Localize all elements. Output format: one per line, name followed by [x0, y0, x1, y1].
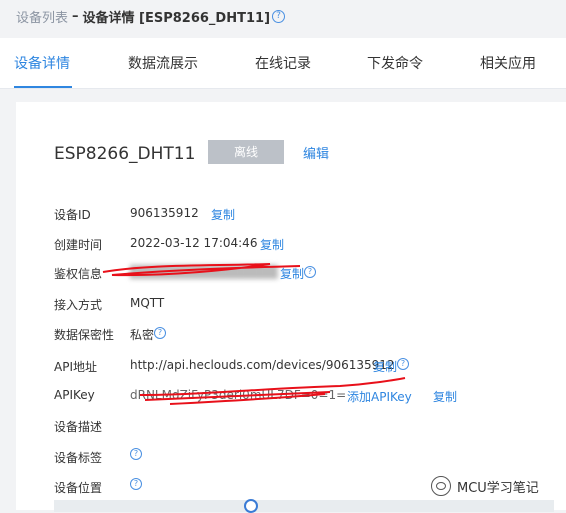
apikey-label: APIKey [54, 388, 95, 402]
tab-bar: 设备详情 数据流展示 在线记录 下发命令 相关应用 [0, 38, 566, 89]
access-value: MQTT [130, 296, 165, 310]
help-icon[interactable]: ? [130, 448, 142, 460]
copy-apikey-link[interactable]: 复制 [433, 388, 457, 405]
apikey-value: dRNLMdZiFyP3deri0mUL7DF=0=1= [130, 388, 347, 402]
tab-datastream[interactable]: 数据流展示 [128, 53, 198, 73]
tab-online-log[interactable]: 在线记录 [255, 53, 311, 73]
breadcrumb-device-list[interactable]: 设备列表 [16, 7, 68, 26]
api-url-value: http://api.heclouds.com/devices/90613591… [130, 358, 395, 372]
map-pin-icon [244, 499, 258, 513]
edit-link[interactable]: 编辑 [303, 143, 329, 162]
active-tab-indicator [14, 86, 72, 88]
help-icon[interactable]: ? [130, 478, 142, 490]
created-value: 2022-03-12 17:04:46 [130, 236, 258, 250]
help-icon[interactable]: ? [272, 9, 286, 23]
copy-auth-link[interactable]: 复制 [280, 265, 304, 282]
auth-label: 鉴权信息 [54, 267, 103, 281]
breadcrumb-separator: – [72, 8, 79, 24]
description-label: 设备描述 [54, 420, 103, 434]
tags-label: 设备标签 [54, 451, 103, 465]
help-icon[interactable]: ? [154, 327, 166, 339]
watermark-text: MCU学习笔记 [457, 480, 539, 496]
privacy-label: 数据保密性 [54, 328, 115, 342]
copy-api-url-link[interactable]: 复制 [373, 358, 397, 375]
tab-apps[interactable]: 相关应用 [480, 53, 536, 73]
location-map[interactable] [54, 500, 554, 512]
breadcrumb-current: 设备详情 [ESP8266_DHT11] [82, 10, 271, 26]
tab-commands[interactable]: 下发命令 [367, 53, 423, 73]
wechat-icon [431, 476, 451, 496]
help-icon[interactable]: ? [397, 358, 409, 370]
api-url-label: API地址 [54, 360, 97, 374]
access-label: 接入方式 [54, 298, 103, 312]
status-badge: 离线 [208, 140, 284, 164]
device-id-value: 906135912 [130, 206, 199, 220]
device-detail-card: ESP8266_DHT11 离线 编辑 设备ID 906135912 复制 创建… [16, 102, 566, 513]
device-name: ESP8266_DHT11 [54, 144, 196, 164]
copy-device-id-link[interactable]: 复制 [211, 206, 235, 223]
auth-value-redacted: ████████████████ [130, 265, 278, 279]
help-icon[interactable]: ? [304, 266, 316, 278]
tab-device-detail[interactable]: 设备详情 [14, 53, 70, 73]
device-id-label: 设备ID [54, 208, 91, 222]
watermark: MCU学习笔记 [431, 474, 539, 498]
created-label: 创建时间 [54, 238, 103, 252]
copy-created-link[interactable]: 复制 [260, 236, 284, 253]
breadcrumb: 设备列表 – 设备详情 [ESP8266_DHT11] ? [16, 6, 286, 26]
add-apikey-link[interactable]: 添加APIKey [347, 388, 412, 405]
privacy-value: 私密 [130, 328, 155, 342]
location-label: 设备位置 [54, 481, 103, 495]
